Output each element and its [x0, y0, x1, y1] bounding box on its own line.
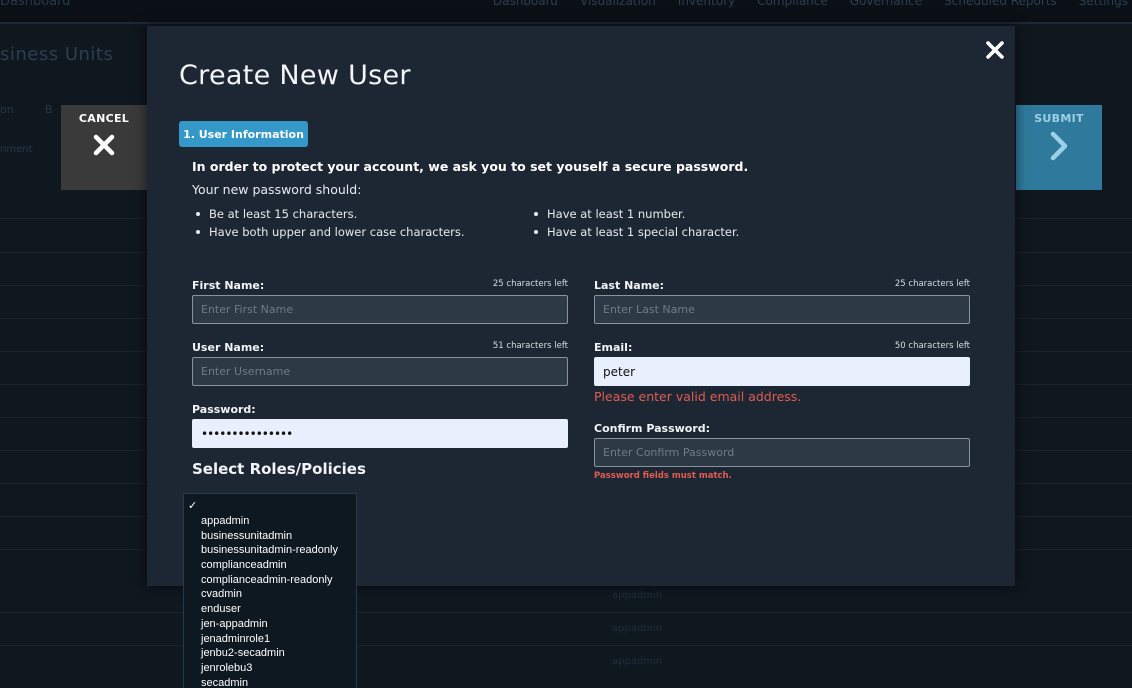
roles-options: appadmin businessunitadmin businessunita… — [201, 514, 338, 688]
role-option[interactable]: appadmin — [201, 514, 338, 529]
role-option[interactable]: cvadmin — [201, 587, 338, 602]
table-cell: appadmin — [612, 656, 663, 667]
password-requirements-heading: Your new password should: — [192, 182, 362, 197]
role-option[interactable]: jen-appadmin — [201, 617, 338, 632]
first-name-label: First Name: — [192, 279, 265, 292]
chevron-right-icon — [1050, 131, 1068, 161]
password-rule: Be at least 15 characters. — [192, 205, 465, 223]
email-label: Email: — [594, 341, 633, 354]
password-intro: In order to protect your account, we ask… — [192, 159, 749, 174]
table-cell: appadmin — [612, 590, 663, 601]
step-tab-user-information[interactable]: 1. User Information — [179, 121, 308, 147]
nav-item[interactable]: Governance — [850, 0, 922, 8]
check-icon: ✓ — [188, 499, 198, 512]
password-rule: Have both upper and lower case character… — [192, 223, 465, 241]
modal-title: Create New User — [179, 60, 411, 91]
close-icon[interactable] — [985, 40, 1005, 60]
user-name-label: User Name: — [192, 341, 265, 354]
user-name-input[interactable] — [192, 357, 568, 386]
table-divider — [0, 645, 1132, 646]
submit-button-label: SUBMIT — [1034, 112, 1084, 125]
role-option[interactable]: jenrolebu3 — [201, 661, 338, 676]
nav-item[interactable]: Scheduled Reports — [944, 0, 1057, 8]
role-option[interactable]: jenbu2-secadmin — [201, 646, 338, 661]
submit-button[interactable]: SUBMIT — [1016, 105, 1102, 190]
background-tab[interactable]: B — [45, 103, 53, 116]
last-name-input[interactable] — [594, 295, 970, 324]
roles-dropdown-list[interactable]: ✓ appadmin businessunitadmin businessuni… — [183, 493, 357, 688]
nav-brand: Dashboard — [0, 0, 71, 9]
password-input[interactable] — [192, 419, 568, 448]
cancel-button-label: CANCEL — [78, 112, 130, 125]
top-navigation: Dashboard Dashboard Visualization Invent… — [0, 0, 1132, 24]
close-icon — [93, 134, 115, 156]
table-divider — [0, 612, 1132, 613]
role-option[interactable]: enduser — [201, 602, 338, 617]
background-page-title: siness Units — [0, 44, 114, 65]
role-option[interactable]: complianceadmin-readonly — [201, 573, 338, 588]
email-counter: 50 characters left — [894, 341, 970, 351]
nav-item[interactable]: Settings — [1079, 0, 1128, 8]
first-name-input[interactable] — [192, 295, 568, 324]
confirm-password-error: Password fields must match. — [594, 471, 732, 481]
password-rules-left: Be at least 15 characters. Have both upp… — [192, 205, 465, 241]
email-error: Please enter valid email address. — [594, 389, 802, 404]
role-option[interactable]: complianceadmin — [201, 558, 338, 573]
background-subtext: nment — [0, 144, 33, 155]
background-tab[interactable]: on — [0, 103, 14, 116]
nav-item[interactable]: Dashboard — [493, 0, 558, 8]
email-input[interactable] — [594, 357, 970, 386]
cancel-button[interactable]: CANCEL — [61, 105, 147, 190]
confirm-password-label: Confirm Password: — [594, 422, 711, 435]
last-name-label: Last Name: — [594, 279, 665, 292]
role-option[interactable]: businessunitadmin-readonly — [201, 543, 338, 558]
roles-section-title: Select Roles/Policies — [192, 460, 366, 478]
nav-items: Dashboard Visualization Inventory Compli… — [493, 0, 1128, 8]
password-rules-right: Have at least 1 number. Have at least 1 … — [530, 205, 739, 241]
role-option[interactable]: businessunitadmin — [201, 529, 338, 544]
role-option[interactable]: secadmin — [201, 676, 338, 688]
user-name-counter: 51 characters left — [492, 341, 568, 351]
table-cell: appadmin — [612, 623, 663, 634]
role-option[interactable]: jenadminrole1 — [201, 632, 338, 647]
password-rule: Have at least 1 special character. — [530, 223, 739, 241]
last-name-counter: 25 characters left — [894, 279, 970, 289]
password-label: Password: — [192, 403, 256, 416]
confirm-password-input[interactable] — [594, 438, 970, 467]
nav-item[interactable]: Inventory — [678, 0, 735, 8]
nav-item[interactable]: Compliance — [757, 0, 828, 8]
first-name-counter: 25 characters left — [492, 279, 568, 289]
nav-item[interactable]: Visualization — [580, 0, 656, 8]
password-rule: Have at least 1 number. — [530, 205, 739, 223]
